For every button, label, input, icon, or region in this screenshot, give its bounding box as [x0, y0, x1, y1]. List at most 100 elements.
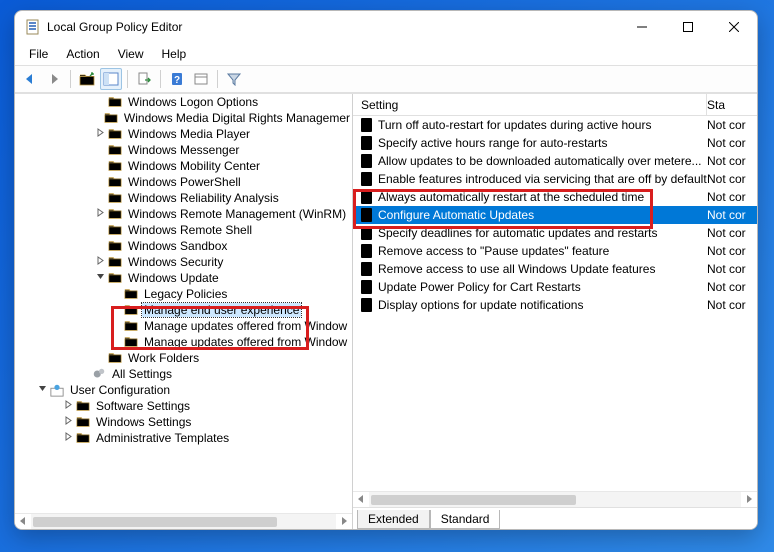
folder-icon [107, 271, 123, 285]
setting-row[interactable]: Allow updates to be downloaded automatic… [353, 152, 757, 170]
tree-item[interactable]: Windows Remote Management (WinRM) [15, 206, 352, 222]
tab-standard[interactable]: Standard [430, 510, 501, 529]
setting-state: Not cor [707, 136, 757, 150]
setting-row[interactable]: Always automatically restart at the sche… [353, 188, 757, 206]
titlebar[interactable]: Local Group Policy Editor [15, 11, 757, 43]
forward-button[interactable] [43, 68, 65, 90]
chevron-right-icon[interactable] [93, 206, 107, 222]
folder-icon [107, 143, 123, 157]
setting-label: Enable features introduced via servicing… [378, 172, 707, 186]
up-button[interactable] [76, 68, 98, 90]
list-body[interactable]: Turn off auto-restart for updates during… [353, 116, 757, 491]
setting-state: Not cor [707, 226, 757, 240]
tree-item[interactable]: Manage updates offered from Window [15, 318, 352, 334]
chevron-right-icon[interactable] [61, 430, 75, 446]
tree-item[interactable]: Windows Media Player [15, 126, 352, 142]
setting-state: Not cor [707, 262, 757, 276]
menu-help[interactable]: Help [154, 45, 195, 63]
chevron-right-icon[interactable] [61, 398, 75, 414]
tree-item[interactable]: Windows Reliability Analysis [15, 190, 352, 206]
setting-label: Allow updates to be downloaded automatic… [378, 154, 707, 168]
folder-icon [75, 415, 91, 429]
tree-item[interactable]: Work Folders [15, 350, 352, 366]
export-button[interactable] [133, 68, 155, 90]
folder-icon [107, 95, 123, 109]
tree-item[interactable]: Windows Update [15, 270, 352, 286]
setting-row[interactable]: Enable features introduced via servicing… [353, 170, 757, 188]
tree-item[interactable]: Legacy Policies [15, 286, 352, 302]
setting-state: Not cor [707, 118, 757, 132]
properties-button[interactable] [190, 68, 212, 90]
folder-icon [123, 335, 139, 349]
close-button[interactable] [711, 11, 757, 43]
setting-row[interactable]: Display options for update notifications… [353, 296, 757, 314]
tree-item[interactable]: Manage end user experience [15, 302, 352, 318]
chevron-down-icon[interactable] [35, 382, 49, 398]
setting-label: Specify active hours range for auto-rest… [378, 136, 707, 150]
folder-icon [107, 223, 123, 237]
tree-item[interactable]: All Settings [15, 366, 352, 382]
tree-item[interactable]: Software Settings [15, 398, 352, 414]
setting-state: Not cor [707, 190, 757, 204]
tree-item[interactable]: Windows PowerShell [15, 174, 352, 190]
chevron-down-icon[interactable] [93, 270, 107, 286]
setting-row[interactable]: Specify active hours range for auto-rest… [353, 134, 757, 152]
tree-item-label: Windows Remote Management (WinRM) [126, 207, 348, 221]
folder-icon [107, 191, 123, 205]
tree-item-label: Windows Messenger [126, 143, 241, 157]
tab-extended[interactable]: Extended [357, 510, 430, 529]
back-button[interactable] [19, 68, 41, 90]
show-tree-button[interactable] [100, 68, 122, 90]
minimize-button[interactable] [619, 11, 665, 43]
help-button[interactable]: ? [166, 68, 188, 90]
setting-row[interactable]: Configure Automatic UpdatesNot cor [353, 206, 757, 224]
setting-state: Not cor [707, 208, 757, 222]
menu-action[interactable]: Action [58, 45, 107, 63]
folder-icon [107, 255, 123, 269]
setting-row[interactable]: Turn off auto-restart for updates during… [353, 116, 757, 134]
setting-icon [359, 117, 375, 133]
tree-item-label: Windows Sandbox [126, 239, 229, 253]
tree-item-label: Windows Media Player [126, 127, 252, 141]
folder-icon [103, 111, 119, 125]
folder-icon [123, 287, 139, 301]
col-state[interactable]: Sta [707, 98, 757, 112]
tree-item[interactable]: Windows Sandbox [15, 238, 352, 254]
tree-item-label: Software Settings [94, 399, 192, 413]
tree-item[interactable]: Manage updates offered from Window [15, 334, 352, 350]
tree-item[interactable]: Windows Security [15, 254, 352, 270]
setting-label: Remove access to use all Windows Update … [378, 262, 707, 276]
chevron-right-icon[interactable] [61, 414, 75, 430]
maximize-button[interactable] [665, 11, 711, 43]
tree-item[interactable]: Windows Mobility Center [15, 158, 352, 174]
tree-item[interactable]: Windows Messenger [15, 142, 352, 158]
setting-row[interactable]: Update Power Policy for Cart RestartsNot… [353, 278, 757, 296]
tree-item-label: Windows Security [126, 255, 225, 269]
tree-item[interactable]: Administrative Templates [15, 430, 352, 446]
settings-icon [91, 367, 107, 381]
list-header[interactable]: Setting Sta [353, 94, 757, 116]
content: Windows Logon OptionsWindows Media Digit… [15, 93, 757, 529]
filter-button[interactable] [223, 68, 245, 90]
col-setting[interactable]: Setting [353, 98, 706, 112]
tree-item-label: Work Folders [126, 351, 201, 365]
tree-item[interactable]: User Configuration [15, 382, 352, 398]
setting-row[interactable]: Specify deadlines for automatic updates … [353, 224, 757, 242]
chevron-right-icon[interactable] [93, 254, 107, 270]
menu-file[interactable]: File [21, 45, 56, 63]
tree-item[interactable]: Windows Remote Shell [15, 222, 352, 238]
tree-hscroll[interactable] [15, 513, 352, 529]
list-hscroll[interactable] [353, 491, 757, 507]
tree-item-label: Windows Reliability Analysis [126, 191, 281, 205]
setting-row[interactable]: Remove access to "Pause updates" feature… [353, 242, 757, 260]
setting-row[interactable]: Remove access to use all Windows Update … [353, 260, 757, 278]
tree-item-label: Windows Remote Shell [126, 223, 254, 237]
tree-item-label: Windows Update [126, 271, 221, 285]
tree-item[interactable]: Windows Settings [15, 414, 352, 430]
tree-item[interactable]: Windows Logon Options [15, 94, 352, 110]
tree-item-label: Windows Settings [94, 415, 193, 429]
tree-pane[interactable]: Windows Logon OptionsWindows Media Digit… [15, 94, 353, 529]
menu-view[interactable]: View [110, 45, 152, 63]
tree-item[interactable]: Windows Media Digital Rights Managemer [15, 110, 352, 126]
chevron-right-icon[interactable] [93, 126, 107, 142]
